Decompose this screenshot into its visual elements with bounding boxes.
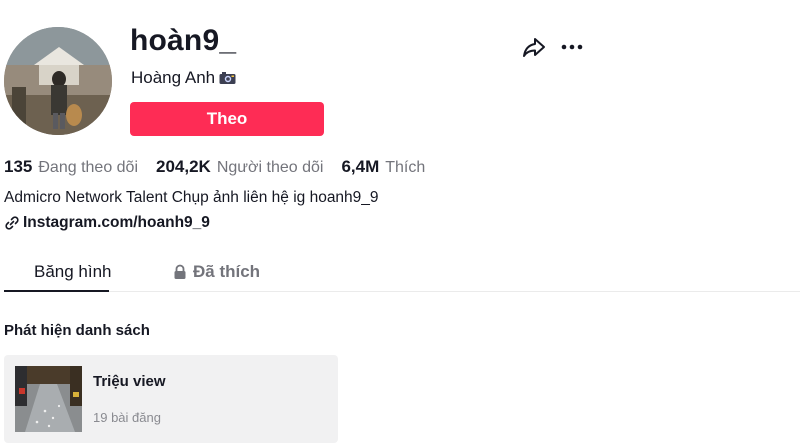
stat-label: Người theo dõi xyxy=(216,159,324,176)
bio-text: Admicro Network Talent Chụp ảnh liên hệ … xyxy=(4,189,379,206)
stat-value: 204,2K xyxy=(156,157,211,176)
stat-followers[interactable]: 204,2K Người theo dõi xyxy=(156,157,323,177)
stat-label: Đang theo dõi xyxy=(38,159,139,176)
stat-following[interactable]: 135 Đang theo dõi xyxy=(4,157,138,177)
link-text: Instagram.com/hoanh9_9 xyxy=(23,214,210,231)
share-icon[interactable] xyxy=(522,36,546,58)
tab-liked-label: Đã thích xyxy=(193,262,261,281)
more-icon[interactable] xyxy=(559,37,585,57)
stats-row: 135 Đang theo dõi 204,2K Người theo dõi … xyxy=(4,157,443,177)
nickname-row: Hoàng Anh xyxy=(131,68,236,88)
stat-label: Thích xyxy=(385,159,426,176)
playlist-section-title: Phát hiện danh sách xyxy=(4,322,150,339)
username: hoàn9_ xyxy=(130,24,237,57)
stat-value: 135 xyxy=(4,157,33,176)
link-icon xyxy=(5,216,19,230)
avatar-photo xyxy=(4,27,112,135)
nickname: Hoàng Anh xyxy=(131,68,216,87)
tabs-divider xyxy=(4,291,800,292)
playlist-card[interactable]: Triệu view 19 bài đăng xyxy=(4,355,338,443)
playlist-thumbnail-image xyxy=(15,366,82,432)
camera-icon xyxy=(219,72,236,84)
stat-likes: 6,4M Thích xyxy=(341,157,425,177)
playlist-count: 19 bài đăng xyxy=(93,410,161,425)
tab-videos[interactable]: Băng hình xyxy=(34,262,112,282)
lock-icon xyxy=(174,264,186,279)
stat-value: 6,4M xyxy=(341,157,380,176)
follow-button[interactable]: Theo xyxy=(130,102,324,136)
playlist-title: Triệu view xyxy=(93,373,166,390)
playlist-thumbnail xyxy=(15,366,82,432)
tab-liked[interactable]: Đã thích xyxy=(173,262,260,282)
avatar[interactable] xyxy=(4,27,112,135)
profile-link[interactable]: Instagram.com/hoanh9_9 xyxy=(4,214,210,232)
active-tab-indicator xyxy=(4,290,109,292)
